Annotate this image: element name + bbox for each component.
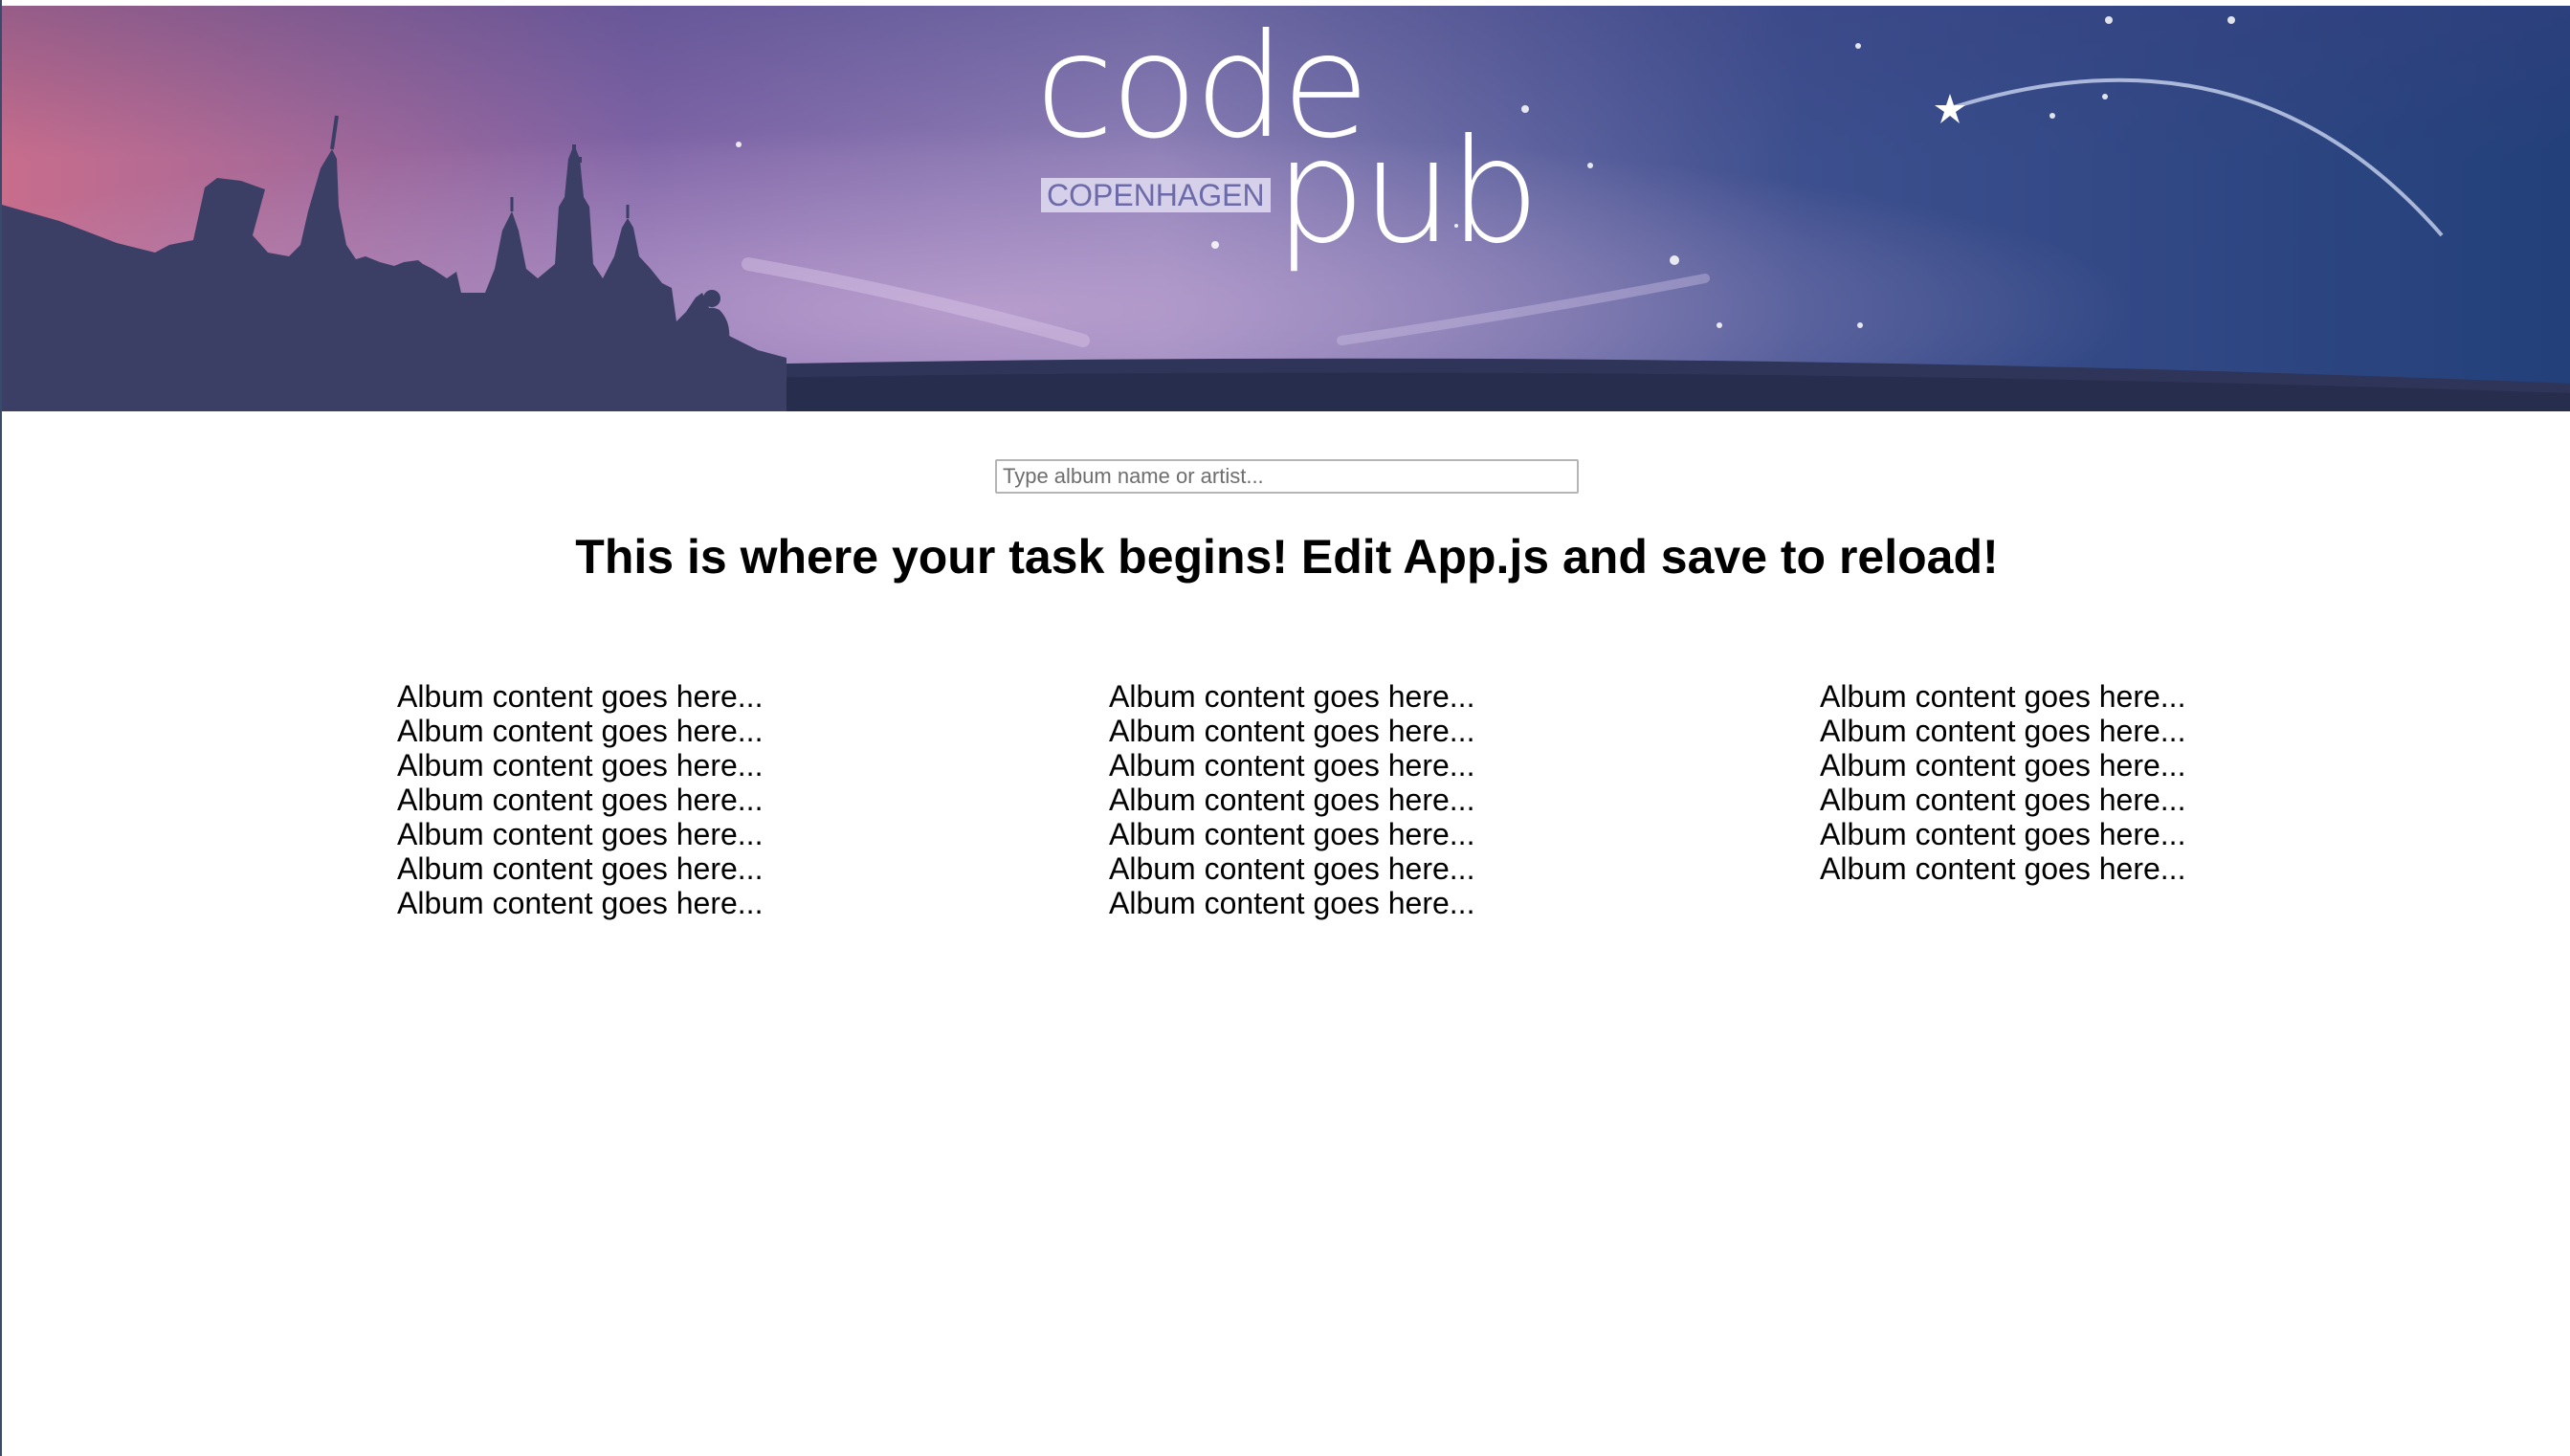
logo-badge: COPENHAGEN <box>1041 178 1271 212</box>
album-item[interactable]: Album content goes here... <box>397 783 933 817</box>
album-item[interactable]: Album content goes here... <box>397 714 933 748</box>
album-item[interactable]: Album content goes here... <box>397 851 933 886</box>
album-item[interactable]: Album content goes here... <box>1820 817 2356 851</box>
album-item[interactable]: Album content goes here... <box>1109 851 1645 886</box>
album-item[interactable]: Album content goes here... <box>1820 783 2356 817</box>
album-column-2: Album content goes here... Album content… <box>1109 679 1645 920</box>
header-banner: code COPENHAGEN pub <box>2 6 2570 411</box>
album-item[interactable]: Album content goes here... <box>397 679 933 714</box>
page-heading: This is where your task begins! Edit App… <box>575 530 1999 584</box>
album-item[interactable]: Album content goes here... <box>1109 817 1645 851</box>
album-item[interactable]: Album content goes here... <box>1820 714 2356 748</box>
album-search-input[interactable] <box>995 459 1579 494</box>
album-item[interactable]: Album content goes here... <box>1109 886 1645 920</box>
album-item[interactable]: Album content goes here... <box>1820 748 2356 783</box>
logo-word-pub: pub <box>1274 109 1540 276</box>
album-column-3: Album content goes here... Album content… <box>1820 679 2356 886</box>
album-item[interactable]: Album content goes here... <box>1109 679 1645 714</box>
page: code COPENHAGEN pub This is where your t… <box>0 0 2570 1456</box>
album-item[interactable]: Album content goes here... <box>1820 851 2356 886</box>
logo[interactable]: code COPENHAGEN pub <box>1035 15 1552 283</box>
album-item[interactable]: Album content goes here... <box>1109 714 1645 748</box>
album-item[interactable]: Album content goes here... <box>1109 783 1645 817</box>
album-item[interactable]: Album content goes here... <box>1820 679 2356 714</box>
album-item[interactable]: Album content goes here... <box>397 817 933 851</box>
album-column-1: Album content goes here... Album content… <box>397 679 933 920</box>
album-item[interactable]: Album content goes here... <box>397 748 933 783</box>
album-item[interactable]: Album content goes here... <box>397 886 933 920</box>
search-container <box>2 459 2570 494</box>
album-item[interactable]: Album content goes here... <box>1109 748 1645 783</box>
